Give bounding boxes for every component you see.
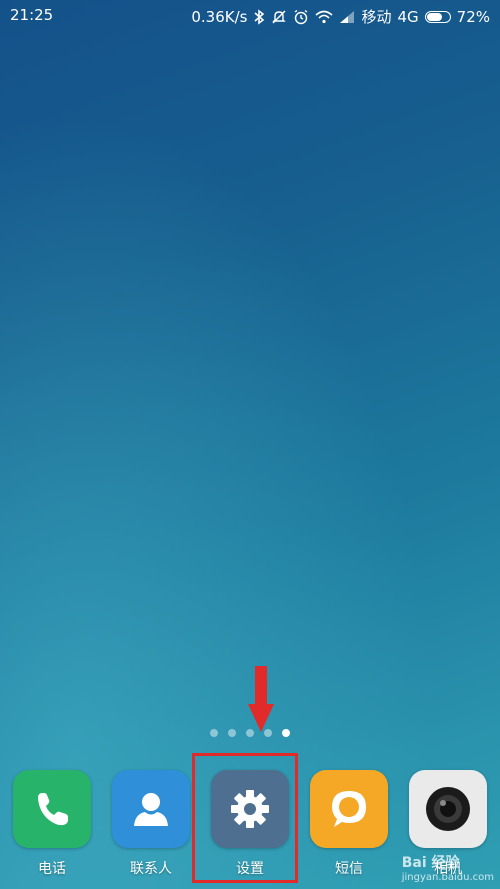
home-screen: 21:25 0.36K/s 移动 4G 72% 电话 联系人 设置 短信 相机 … [0,0,500,889]
message-icon[interactable] [310,770,388,848]
network-type: 4G [397,7,419,26]
battery-fill [426,12,442,21]
camera-icon[interactable] [409,770,487,848]
app-contacts[interactable]: 联系人 [111,770,191,878]
carrier-label: 移动 [361,8,392,26]
app-label-contacts: 联系人 [130,861,172,877]
phone-icon[interactable] [13,770,91,848]
page-dot[interactable] [228,729,236,737]
status-right: 0.36K/s 移动 4G 72% [191,6,490,27]
bluetooth-icon [253,8,265,25]
status-bar: 21:25 0.36K/s 移动 4G 72% [0,0,500,30]
wifi-icon [315,10,333,24]
watermark: Bai 经验 jingyan.baidu.com [402,852,494,883]
watermark-url: jingyan.baidu.com [401,872,494,883]
battery-percent: 72% [456,7,490,26]
battery-icon [424,10,451,23]
app-label-messages: 短信 [335,861,363,877]
settings-highlight-box [192,753,298,883]
watermark-brand: Bai 经验 [401,855,460,871]
red-arrow-annotation [248,666,274,732]
network-speed: 0.36K/s [191,7,248,26]
page-dot[interactable] [282,729,290,737]
alarm-icon [293,9,309,25]
page-dot[interactable] [210,729,218,737]
contacts-icon[interactable] [112,770,190,848]
app-messages[interactable]: 短信 [309,770,389,878]
app-label-phone: 电话 [38,861,66,877]
app-phone[interactable]: 电话 [12,770,92,878]
signal-icon [339,10,355,24]
status-time: 21:25 [10,6,54,24]
mute-icon [271,9,287,25]
